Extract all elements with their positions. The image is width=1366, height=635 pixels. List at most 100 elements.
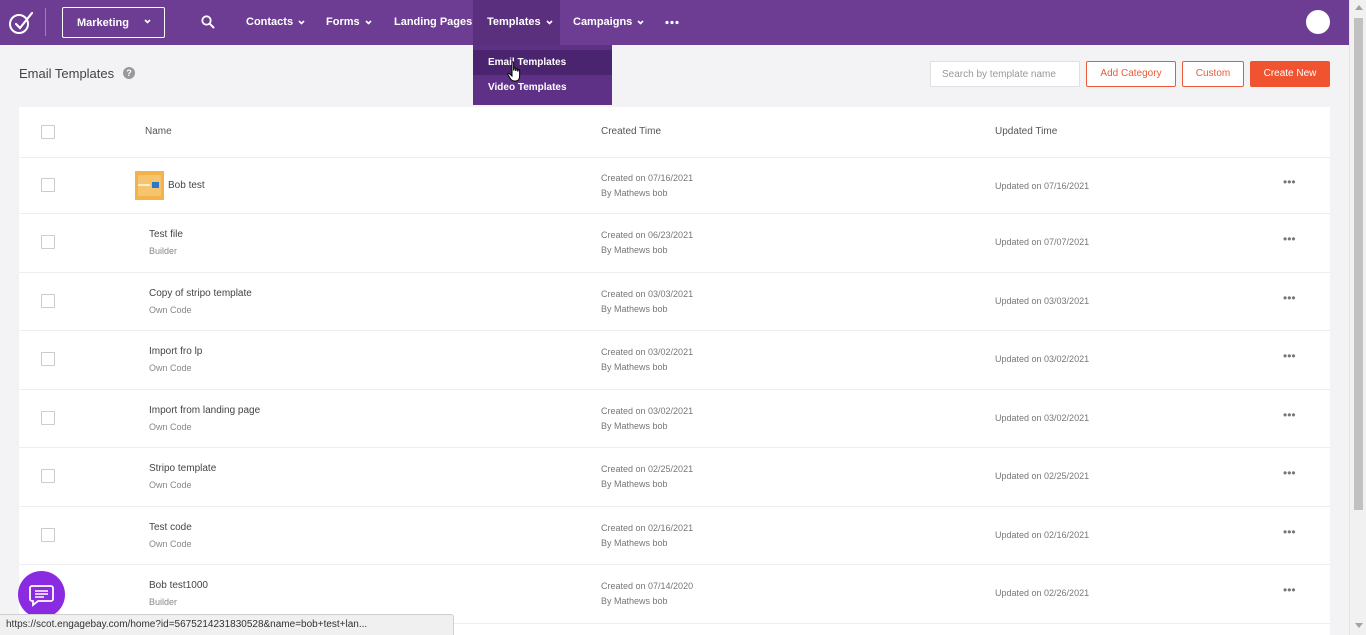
- nav-forms-label: Forms: [326, 16, 360, 28]
- template-name-link[interactable]: Import fro lp: [149, 346, 202, 357]
- nav-templates[interactable]: Templates: [473, 0, 560, 45]
- more-horizontal-icon[interactable]: [665, 20, 679, 25]
- template-name-link[interactable]: Copy of stripo template: [149, 288, 252, 299]
- chat-widget-button[interactable]: [18, 571, 65, 618]
- updated-date: Updated on 02/16/2021: [995, 530, 1090, 540]
- chevron-down-icon: [144, 19, 151, 24]
- select-all-checkbox[interactable]: [41, 125, 55, 139]
- created-date: Created on 03/03/2021: [601, 289, 694, 299]
- templates-table: Name Created Time Updated Time Bob test …: [19, 107, 1330, 635]
- created-date: Created on 06/23/2021: [601, 230, 694, 240]
- nav-landing-pages-label: Landing Pages: [394, 16, 473, 28]
- menu-item-video-templates[interactable]: Video Templates: [473, 75, 612, 100]
- template-name-link[interactable]: Stripo template: [149, 463, 216, 474]
- menu-item-email-templates-label: Email Templates: [488, 57, 567, 68]
- template-name-link[interactable]: Bob test: [168, 180, 205, 191]
- table-row[interactable]: Test code Own Code Created on 02/16/2021…: [19, 507, 1330, 565]
- column-header-updated-time[interactable]: Updated Time: [995, 126, 1057, 137]
- templates-dropdown-menu: Email Templates Video Templates: [473, 45, 612, 105]
- row-more-icon[interactable]: •••: [1283, 175, 1296, 189]
- module-select-label: Marketing: [77, 17, 129, 29]
- template-type: Own Code: [149, 305, 192, 315]
- table-header: Name Created Time Updated Time: [19, 107, 1330, 158]
- nav-landing-pages[interactable]: Landing Pages: [394, 0, 472, 45]
- template-name-link[interactable]: Test code: [149, 522, 192, 533]
- chevron-down-icon: [365, 20, 372, 25]
- column-header-name[interactable]: Name: [145, 126, 172, 137]
- template-type: Own Code: [149, 539, 192, 549]
- row-more-icon[interactable]: •••: [1283, 349, 1296, 363]
- updated-date: Updated on 07/07/2021: [995, 237, 1090, 247]
- nav-contacts[interactable]: Contacts: [246, 0, 306, 45]
- updated-date: Updated on 02/26/2021: [995, 588, 1090, 598]
- scroll-down-arrow-icon[interactable]: [1355, 623, 1363, 628]
- module-select[interactable]: Marketing: [62, 7, 165, 38]
- row-more-icon[interactable]: •••: [1283, 232, 1296, 246]
- row-more-icon[interactable]: •••: [1283, 408, 1296, 422]
- scrollbar-thumb[interactable]: [1354, 18, 1363, 510]
- created-date: Created on 07/16/2021: [601, 173, 694, 183]
- row-more-icon[interactable]: •••: [1283, 583, 1296, 597]
- template-name-link[interactable]: Bob test1000: [149, 580, 208, 591]
- menu-item-video-templates-label: Video Templates: [488, 82, 567, 93]
- hand-pointer-cursor-icon: [507, 61, 521, 82]
- table-row[interactable]: Import from landing page Own Code Create…: [19, 390, 1330, 448]
- template-type: Builder: [149, 246, 178, 256]
- created-by: By Mathews bob: [601, 596, 668, 606]
- row-more-icon[interactable]: •••: [1283, 291, 1296, 305]
- chevron-down-icon: [546, 20, 553, 25]
- nav-campaigns[interactable]: Campaigns: [573, 0, 645, 45]
- table-row[interactable]: Copy of stripo template Own Code Created…: [19, 273, 1330, 331]
- template-name-link[interactable]: Import from landing page: [149, 405, 260, 416]
- created-date: Created on 02/16/2021: [601, 523, 694, 533]
- vertical-scrollbar[interactable]: [1349, 0, 1366, 635]
- created-by: By Mathews bob: [601, 188, 668, 198]
- menu-item-email-templates[interactable]: Email Templates: [473, 50, 612, 75]
- nav-templates-label: Templates: [487, 16, 541, 28]
- row-checkbox[interactable]: [41, 528, 55, 542]
- scroll-up-arrow-icon[interactable]: [1355, 5, 1363, 10]
- table-row[interactable]: Bob test Created on 07/16/2021 By Mathew…: [19, 158, 1330, 214]
- template-search-input[interactable]: [930, 61, 1080, 87]
- engagebay-logo-icon[interactable]: [8, 9, 34, 35]
- updated-date: Updated on 03/02/2021: [995, 354, 1090, 364]
- table-row[interactable]: Test file Builder Created on 06/23/2021 …: [19, 214, 1330, 273]
- column-header-created-time[interactable]: Created Time: [601, 126, 661, 137]
- row-checkbox[interactable]: [41, 235, 55, 249]
- user-avatar[interactable]: [1306, 10, 1330, 34]
- create-new-button[interactable]: Create New: [1250, 61, 1330, 87]
- row-checkbox[interactable]: [41, 411, 55, 425]
- chevron-down-icon: [637, 20, 644, 25]
- template-type: Builder: [149, 597, 178, 607]
- browser-status-bar: https://scot.engagebay.com/home?id=56752…: [0, 614, 454, 635]
- created-by: By Mathews bob: [601, 479, 668, 489]
- template-type: Own Code: [149, 480, 192, 490]
- row-checkbox[interactable]: [41, 469, 55, 483]
- created-date: Created on 02/25/2021: [601, 464, 694, 474]
- updated-date: Updated on 03/03/2021: [995, 296, 1090, 306]
- row-checkbox[interactable]: [41, 178, 55, 192]
- template-type: Own Code: [149, 363, 192, 373]
- row-checkbox[interactable]: [41, 294, 55, 308]
- updated-date: Updated on 02/25/2021: [995, 471, 1090, 481]
- row-more-icon[interactable]: •••: [1283, 466, 1296, 480]
- add-category-button[interactable]: Add Category: [1086, 61, 1176, 87]
- updated-date: Updated on 07/16/2021: [995, 181, 1090, 191]
- table-row[interactable]: Import fro lp Own Code Created on 03/02/…: [19, 331, 1330, 390]
- template-type: Own Code: [149, 422, 192, 432]
- search-icon[interactable]: [201, 15, 215, 29]
- row-checkbox[interactable]: [41, 352, 55, 366]
- table-row[interactable]: Stripo template Own Code Created on 02/2…: [19, 448, 1330, 507]
- row-more-icon[interactable]: •••: [1283, 525, 1296, 539]
- nav-forms[interactable]: Forms: [326, 0, 373, 45]
- template-thumbnail-icon: [135, 171, 164, 200]
- custom-button[interactable]: Custom: [1182, 61, 1244, 87]
- created-date: Created on 03/02/2021: [601, 347, 694, 357]
- template-name-link[interactable]: Test file: [149, 229, 183, 240]
- nav-campaigns-label: Campaigns: [573, 16, 633, 28]
- help-icon[interactable]: ?: [123, 67, 135, 79]
- created-by: By Mathews bob: [601, 304, 668, 314]
- created-by: By Mathews bob: [601, 245, 668, 255]
- chevron-down-icon: [298, 20, 305, 25]
- logo-divider: [45, 8, 46, 36]
